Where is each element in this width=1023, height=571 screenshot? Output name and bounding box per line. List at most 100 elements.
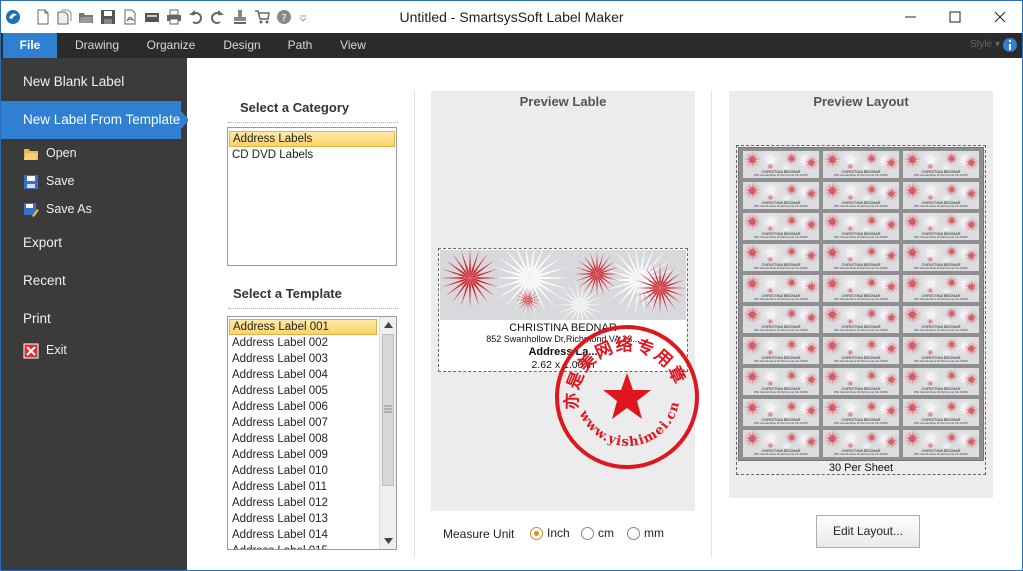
template-list-scrollbar[interactable] — [379, 317, 396, 549]
category-item[interactable]: CD DVD Labels — [229, 147, 395, 163]
edit-layout-button[interactable]: Edit Layout... — [816, 515, 920, 548]
flower-shape — [778, 253, 795, 269]
template-item[interactable]: Address Label 010 — [229, 463, 377, 479]
mini-label-address: 852 Swanhollow Dr,Richmond,VA 23456 — [834, 328, 888, 332]
minimize-button[interactable] — [888, 1, 934, 33]
template-item[interactable]: Address Label 015 — [229, 543, 377, 549]
label-type: Address La... — [528, 346, 598, 358]
template-item[interactable]: Address Label 013 — [229, 511, 377, 527]
radio-dot[interactable] — [581, 526, 594, 540]
template-item[interactable]: Address Label 004 — [229, 367, 377, 383]
unit-inch-radio[interactable]: Inch — [530, 526, 570, 540]
template-item[interactable]: Address Label 001 — [229, 319, 377, 335]
menu-exit[interactable]: Exit — [1, 337, 187, 363]
template-item[interactable]: Address Label 012 — [229, 495, 377, 511]
menu-new-blank-label[interactable]: New Blank Label — [1, 63, 187, 101]
category-list[interactable]: Address Labels CD DVD Labels — [227, 127, 397, 266]
mini-label-address: 852 Swanhollow Dr,Richmond,VA 23456 — [834, 266, 888, 270]
menu-open[interactable]: Open — [1, 140, 187, 166]
scroll-up-icon[interactable] — [380, 317, 396, 333]
template-item[interactable]: Address Label 002 — [229, 335, 377, 351]
flower-shape — [938, 222, 955, 238]
flower-artwork — [903, 213, 979, 238]
maximize-button[interactable] — [932, 1, 978, 33]
template-item[interactable]: Address Label 006 — [229, 399, 377, 415]
flower-artwork — [903, 430, 979, 455]
menu-recent[interactable]: Recent — [1, 262, 187, 300]
menu-new-label-from-template[interactable]: New Label From Template — [1, 101, 181, 139]
flower-shape — [858, 346, 875, 362]
menu-open-label: Open — [46, 146, 77, 160]
mini-label: CHRISTINA BEDNAR 852 Swanhollow Dr,Richmo… — [823, 399, 899, 426]
mini-label: CHRISTINA BEDNAR 852 Swanhollow Dr,Richmo… — [903, 182, 979, 209]
flower-shape — [938, 377, 955, 393]
tab-drawing[interactable]: Drawing — [65, 33, 129, 58]
style-menu[interactable]: Style ▾ — [970, 39, 1000, 50]
menu-save-as[interactable]: Save As — [1, 196, 187, 222]
preview-label-title: Preview Lable — [519, 94, 607, 109]
template-item[interactable]: Address Label 007 — [229, 415, 377, 431]
mini-label-address: 852 Swanhollow Dr,Richmond,VA 23456 — [914, 328, 968, 332]
flower-shape — [784, 151, 799, 166]
tab-design[interactable]: Design — [214, 33, 270, 58]
unit-cm-label: cm — [598, 526, 614, 540]
menu-export[interactable]: Export — [1, 224, 187, 262]
flower-shape — [823, 430, 842, 448]
radio-dot[interactable] — [627, 526, 640, 540]
tab-path[interactable]: Path — [280, 33, 320, 58]
template-item[interactable]: Address Label 011 — [229, 479, 377, 495]
mini-label-address: 852 Swanhollow Dr,Richmond,VA 23456 — [834, 421, 888, 425]
flower-artwork — [743, 399, 819, 424]
menu-print[interactable]: Print — [1, 300, 187, 338]
mini-label-address: 852 Swanhollow Dr,Richmond,VA 23456 — [914, 266, 968, 270]
mini-label-address: 852 Swanhollow Dr,Richmond,VA 23456 — [834, 359, 888, 363]
flower-shape — [743, 244, 762, 262]
flower-shape — [778, 377, 795, 393]
flower-shape — [743, 337, 762, 355]
mini-label: CHRISTINA BEDNAR 852 Swanhollow Dr,Richmo… — [903, 306, 979, 333]
mini-label-address: 852 Swanhollow Dr,Richmond,VA 23456 — [754, 235, 808, 239]
label-name: CHRISTINA BEDNAR — [509, 322, 617, 334]
template-item[interactable]: Address Label 003 — [229, 351, 377, 367]
template-item[interactable]: Address Label 014 — [229, 527, 377, 543]
flower-shape — [778, 439, 795, 455]
flower-shape — [778, 191, 795, 207]
tab-file[interactable]: File — [3, 33, 57, 58]
flower-shape — [864, 151, 879, 166]
category-heading: Select a Category — [240, 100, 350, 115]
unit-mm-radio[interactable]: mm — [627, 526, 664, 540]
close-button[interactable] — [977, 1, 1023, 33]
flower-shape — [903, 368, 922, 386]
category-item[interactable]: Address Labels — [229, 131, 395, 147]
scroll-thumb[interactable] — [382, 334, 394, 486]
flower-shape — [743, 399, 762, 417]
template-heading: Select a Template — [233, 286, 342, 301]
flower-shape — [938, 439, 955, 455]
unit-cm-radio[interactable]: cm — [581, 526, 614, 540]
menu-save-as-label: Save As — [46, 202, 92, 216]
template-item[interactable]: Address Label 008 — [229, 431, 377, 447]
label-size: 2.62 x 1.00 in — [531, 359, 595, 371]
mini-label: CHRISTINA BEDNAR 852 Swanhollow Dr,Richmo… — [743, 213, 819, 240]
tab-organize[interactable]: Organize — [138, 33, 204, 58]
menu-save[interactable]: Save — [1, 168, 187, 194]
template-list[interactable]: Address Label 001 Address Label 002 Addres… — [227, 316, 397, 550]
flower-shape — [858, 222, 875, 238]
flower-shape — [903, 337, 922, 355]
ribbon-help-icon[interactable] — [1002, 37, 1018, 53]
radio-dot[interactable] — [530, 526, 543, 540]
flower-artwork — [823, 213, 899, 238]
label-preview: CHRISTINA BEDNAR 852 Swanhollow Dr,Richm… — [438, 248, 688, 372]
flower-shape — [858, 408, 875, 424]
flower-shape — [903, 182, 922, 200]
mini-label: CHRISTINA BEDNAR 852 Swanhollow Dr,Richmo… — [823, 368, 899, 395]
scroll-down-icon[interactable] — [380, 533, 396, 549]
flower-shape — [778, 315, 795, 331]
tab-view[interactable]: View — [331, 33, 375, 58]
mini-label-address: 852 Swanhollow Dr,Richmond,VA 23456 — [914, 173, 968, 177]
preview-layout-panel: Preview Layout CHRISTINA BEDNAR 852 Swanh… — [729, 91, 993, 498]
mini-label: CHRISTINA BEDNAR 852 Swanhollow Dr,Richmo… — [903, 244, 979, 271]
template-item[interactable]: Address Label 005 — [229, 383, 377, 399]
template-item[interactable]: Address Label 009 — [229, 447, 377, 463]
flower-shape — [858, 315, 875, 331]
